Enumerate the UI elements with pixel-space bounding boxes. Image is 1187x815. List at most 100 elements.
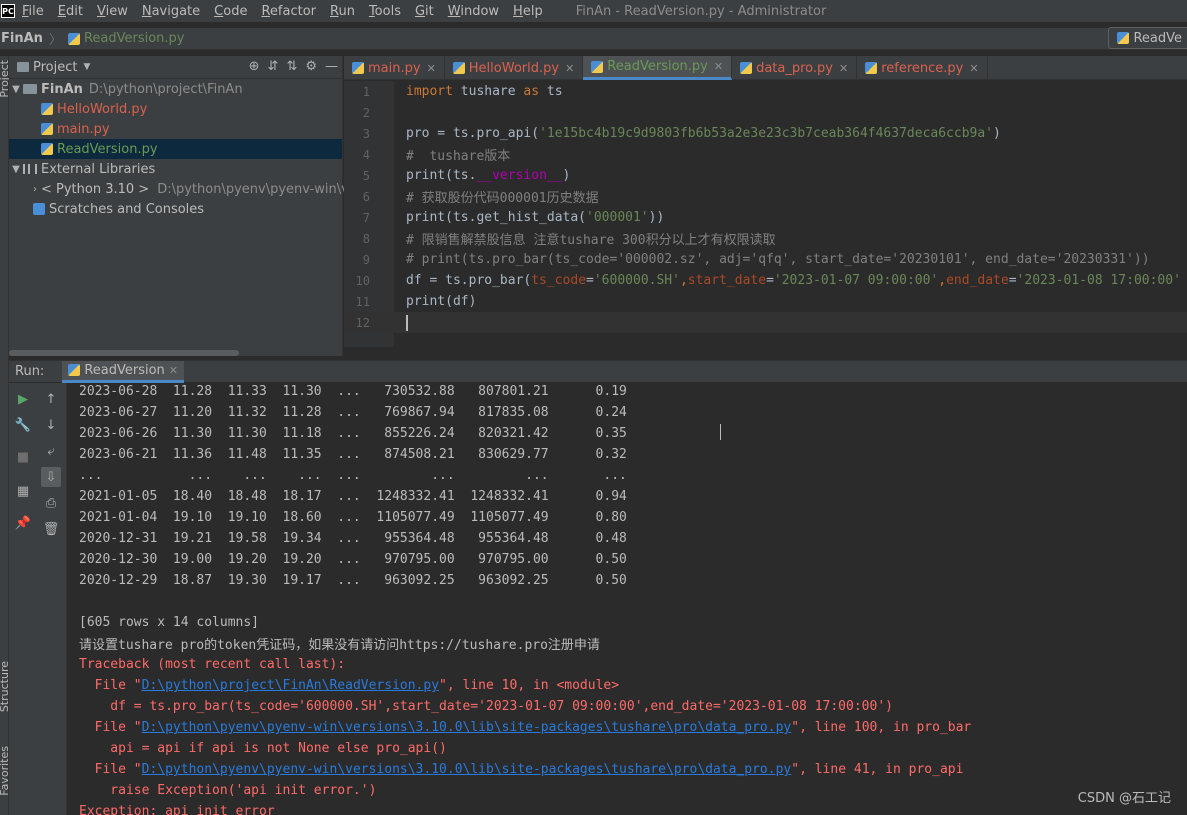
run-configuration-label: ReadVe [1133,30,1182,46]
breadcrumb-file-label: ReadVersion.py [83,31,185,46]
breadcrumb-project[interactable]: FinAn [0,31,43,46]
console-traceback-frame: File " D:\python\pyenv\pyenv-win\versions… [79,759,964,780]
code-line[interactable]: 5 print(ts.__version__) [344,165,1187,186]
library-icon [23,164,37,174]
pin-icon[interactable]: 📌 [13,513,33,533]
menu-code[interactable]: Code [207,4,254,19]
collapse-all-icon[interactable]: ⇅ [286,59,297,74]
code-token: ) [993,126,1001,141]
traceback-text: ", line 41, in pro_api [791,762,964,777]
menu-git[interactable]: Git [408,4,441,19]
code-line[interactable]: 4 # tushare版本 [344,144,1187,165]
tree-item-label: FinAn [41,81,83,97]
run-configuration-selector[interactable]: ReadVe [1108,27,1187,49]
traceback-file-link[interactable]: D:\python\pyenv\pyenv-win\versions\3.10.… [142,762,792,777]
tree-item-scratches[interactable]: Scratches and Consoles [9,199,342,219]
hide-panel-icon[interactable]: — [325,59,338,74]
traceback-file-link[interactable]: D:\python\pyenv\pyenv-win\versions\3.10.… [142,720,792,735]
wrench-icon[interactable]: 🔧 [13,415,33,435]
code-line-current[interactable]: 12 [344,312,1187,333]
menu-view[interactable]: View [90,4,135,19]
menu-file[interactable]: File [15,4,51,19]
close-icon[interactable]: ✕ [565,62,574,75]
layout-icon[interactable]: ▦ [13,481,33,501]
menu-run[interactable]: Run [323,4,362,19]
console-traceback-frame: File " D:\python\project\FinAn\ReadVersio… [79,675,619,696]
tree-item-helloworld[interactable]: HelloWorld.py [9,99,342,119]
scratches-icon [33,203,45,215]
tab-data-pro[interactable]: data_pro.py ✕ [732,56,858,80]
breadcrumb-file[interactable]: ReadVersion.py [67,31,185,46]
watermark: CSDN @石工记 [1077,791,1171,806]
code-token: = [1008,273,1017,288]
menu-tools[interactable]: Tools [362,4,408,19]
traceback-text: ", line 100, in pro_bar [791,720,972,735]
expand-all-icon[interactable]: ⇵ [268,59,279,74]
gear-icon[interactable]: ⚙ [305,59,317,74]
code-line[interactable]: 7 print(ts.get_hist_data('000001')) [344,207,1187,228]
stop-icon[interactable]: ■ [13,447,33,467]
locate-file-icon[interactable]: ⊕ [249,59,260,74]
scroll-to-end-icon[interactable]: ⇩ [41,467,61,487]
print-icon[interactable]: ⎙ [41,493,61,513]
scroll-down-icon[interactable]: ↓ [41,415,61,435]
pycharm-logo-icon: PC [1,4,15,18]
horizontal-scrollbar[interactable] [9,350,239,356]
project-view-selector[interactable]: Project [33,60,77,75]
code-token: = [586,273,594,288]
code-token: start_date [687,273,767,288]
rerun-icon[interactable]: ▶ [13,389,33,409]
close-icon[interactable]: ✕ [969,62,978,75]
code-line[interactable]: 1 import tushare as ts [344,81,1187,102]
code-line[interactable]: 11 print(df) [344,291,1187,312]
tab-readversion[interactable]: ReadVersion.py ✕ [583,56,733,80]
text-caret [406,314,408,331]
tree-item-main[interactable]: main.py [9,119,342,139]
run-tab-readversion[interactable]: ReadVersion ✕ [62,360,185,383]
tree-item-python-sdk[interactable]: › < Python 3.10 > D:\python\pyenv\pyenv-… [9,179,357,199]
tree-item-project-root[interactable]: ▼ FinAn D:\python\project\FinAn [9,79,342,99]
chevron-down-icon[interactable]: ▼ [9,164,23,175]
code-token: import [406,84,453,99]
console-table-row: 2020-12-31 19.21 19.58 19.34 ... 955364.… [79,531,627,546]
menu-help[interactable]: Help [506,4,550,19]
code-line[interactable]: 10 df = ts.pro_bar(ts_code='600000.SH',s… [344,270,1187,291]
close-icon[interactable]: ✕ [839,62,848,75]
code-line[interactable]: 2 [344,102,1187,123]
trash-icon[interactable]: 🗑 [41,519,61,539]
menu-edit[interactable]: Edit [51,4,90,19]
close-icon[interactable]: ✕ [427,62,436,75]
run-console-output[interactable]: 2023-06-28 11.28 11.33 11.30 ... 730532.… [68,383,1187,815]
code-token: __version__ [476,168,563,183]
close-icon[interactable]: ✕ [714,60,723,73]
console-traceback-code: raise Exception('api init error.') [79,783,377,798]
code-editor[interactable]: 1 import tushare as ts 2 3 pro = ts.pro_… [344,81,1187,347]
chevron-down-icon[interactable]: ▼ [9,84,23,95]
code-line[interactable]: 8 # 限销售解禁股信息 注意tushare 300积分以上才有权限读取 [344,228,1187,249]
scroll-up-icon[interactable]: ↑ [41,389,61,409]
tab-reference[interactable]: reference.py ✕ [857,56,988,80]
chevron-down-icon[interactable]: ▼ [83,62,90,72]
navigation-bar: FinAn 〉 ReadVersion.py ReadVe [0,27,1187,50]
line-number: 11 [355,294,370,309]
console-traceback-frame: File " D:\python\pyenv\pyenv-win\versions… [79,717,972,738]
menu-navigate[interactable]: Navigate [135,4,207,19]
tree-item-readversion[interactable]: ReadVersion.py [9,139,342,159]
console-table-row: 2020-12-30 19.00 19.20 19.20 ... 970795.… [79,552,627,567]
traceback-file-link[interactable]: D:\python\project\FinAn\ReadVersion.py [142,678,439,693]
code-token: '600000.SH' [593,273,680,288]
tree-item-external-libraries[interactable]: ▼ External Libraries [9,159,342,179]
code-token: as [523,84,540,99]
chevron-right-icon[interactable]: › [33,184,37,195]
traceback-text: File " [79,678,142,693]
code-line[interactable]: 3 pro = ts.pro_api('1e15bc4b19c9d9803fb6… [344,123,1187,144]
menu-refactor[interactable]: Refactor [254,4,323,19]
menu-window[interactable]: Window [441,4,506,19]
tab-main[interactable]: main.py ✕ [344,56,445,80]
code-line[interactable]: 6 # 获取股份代码000001历史数据 [344,186,1187,207]
soft-wrap-icon[interactable]: ⤶ [41,441,61,461]
code-line[interactable]: 9 # print(ts.pro_bar(ts_code='000002.sz'… [344,249,1187,270]
tab-helloworld[interactable]: HelloWorld.py ✕ [445,56,584,80]
code-comment: # 限销售解禁股信息 注意tushare 300积分以上才有权限读取 [406,233,776,248]
close-icon[interactable]: ✕ [169,364,178,377]
